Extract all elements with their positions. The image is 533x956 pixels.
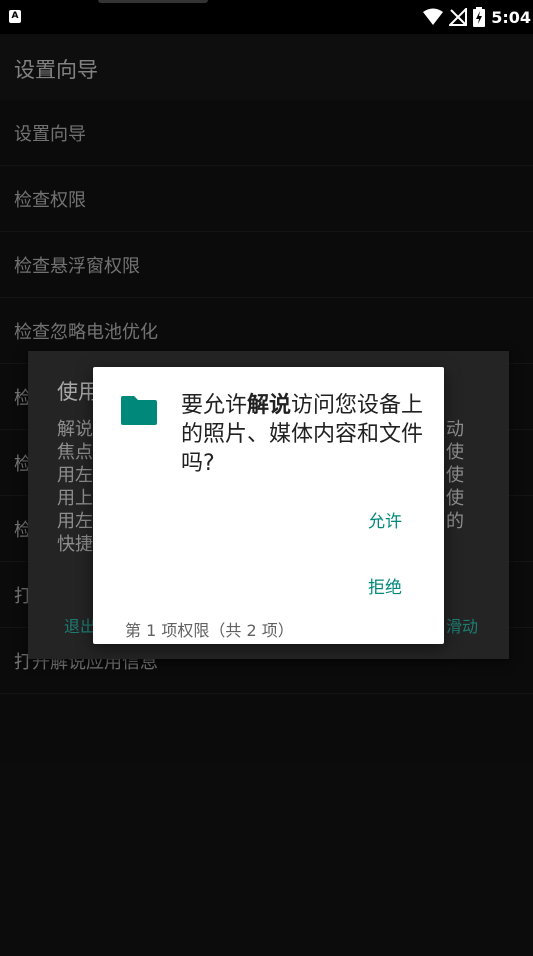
camera-notch [98,0,208,3]
body-fragment: 动 [446,419,464,440]
status-bar: A 5:04 [0,0,533,34]
slide-button[interactable]: 滑动 [446,613,478,637]
message-prefix: 要允许 [181,393,248,418]
body-fragment: 的 [446,511,464,532]
folder-icon [121,396,157,425]
body-fragment: 使 [446,465,464,486]
exit-button[interactable]: 退出 [64,613,96,637]
status-time: 5:04 [491,7,531,27]
allow-button[interactable]: 允许 [368,507,402,532]
deny-button[interactable]: 拒绝 [368,573,402,598]
body-fragment: 使 [446,488,464,509]
no-signal-icon [449,8,468,26]
battery-charging-icon [473,7,486,27]
permission-message: 要允许解说访问您设备上的照片、媒体内容和文件吗? [181,391,431,478]
status-icons: 5:04 [423,5,533,29]
wifi-icon [423,8,444,25]
permission-dialog: 要允许解说访问您设备上的照片、媒体内容和文件吗? 允许 拒绝 第 1 项权限（共… [93,367,444,644]
app-notification-icon: A [9,10,21,23]
app-name: 解说 [247,393,292,418]
permission-counter: 第 1 项权限（共 2 项） [125,621,294,640]
body-fragment: 使 [446,442,464,463]
background-dialog-right-fragments: 动 使 使 使 的 [446,418,464,533]
